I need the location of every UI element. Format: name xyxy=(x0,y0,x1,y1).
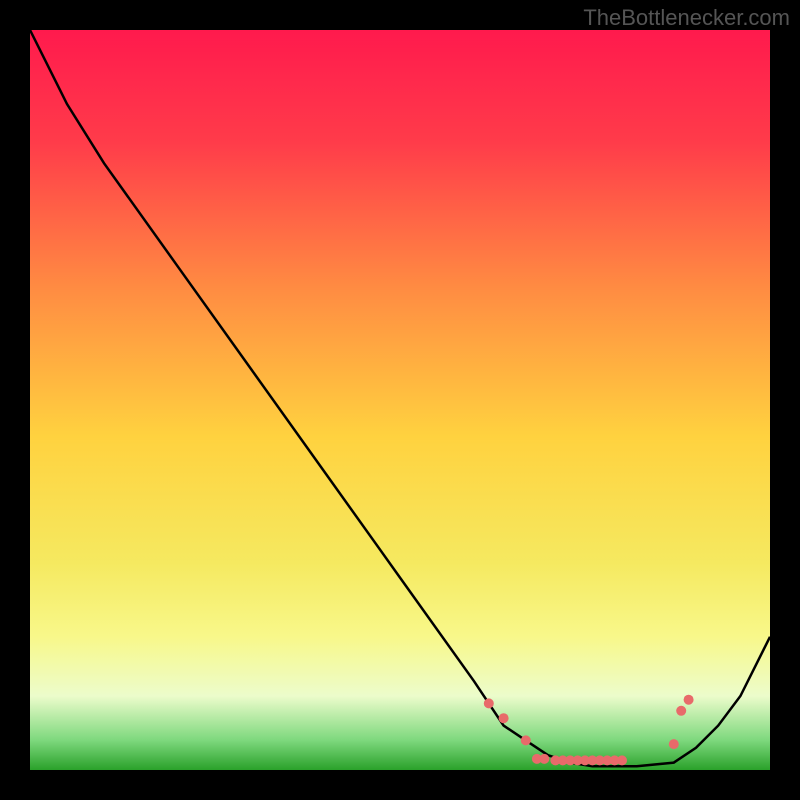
marker-point xyxy=(499,713,509,723)
watermark: TheBottlenecker.com xyxy=(583,5,790,31)
marker-point xyxy=(669,739,679,749)
plot-background xyxy=(30,30,770,770)
plot-svg xyxy=(30,30,770,770)
marker-point xyxy=(684,695,694,705)
marker-point xyxy=(484,698,494,708)
chart-container: TheBottlenecker.com xyxy=(0,0,800,800)
marker-point xyxy=(521,735,531,745)
marker-point xyxy=(617,755,627,765)
marker-point xyxy=(676,706,686,716)
marker-point xyxy=(539,754,549,764)
